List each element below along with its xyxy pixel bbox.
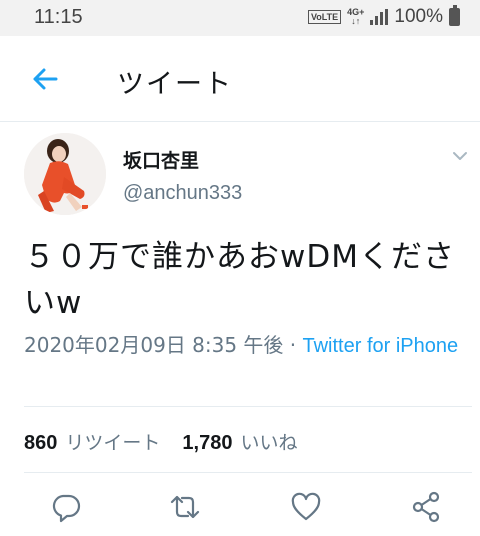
battery-icon [449,5,460,26]
heart-icon [291,492,321,521]
avatar[interactable] [24,133,106,215]
arrow-left-icon [33,68,58,90]
retweet-icon [170,495,200,519]
share-icon [412,491,440,523]
like-label[interactable]: いいね [240,428,297,455]
share-button[interactable] [409,490,443,524]
status-indicators: VoLTE 4G+ ↓↑ 100% [307,5,460,28]
battery-percent: 100% [394,6,443,27]
retweet-count[interactable]: 860 [24,432,57,455]
status-time: 11:15 [34,6,83,28]
signal-icon [370,9,389,25]
reply-icon [52,494,81,523]
header-divider [0,121,480,122]
back-button[interactable] [30,64,60,94]
tweet-text: ５０万で誰かあおwDMくださいw [24,239,455,321]
status-bar: 11:15 VoLTE 4G+ ↓↑ 100% [0,0,480,36]
like-count[interactable]: 1,780 [182,432,232,455]
divider [24,472,472,473]
retweet-label[interactable]: リツイート [65,428,160,455]
reply-button[interactable] [49,490,83,524]
divider [24,406,472,407]
like-button[interactable] [289,490,323,524]
network-type: 4G+ ↓↑ [347,7,365,26]
retweet-button[interactable] [168,490,202,524]
display-name[interactable]: 坂口杏里 [123,146,199,173]
tweet-meta: 2020年02月09日 8:35 午後 · Twitter for iPhone [24,330,464,361]
volte-badge: VoLTE [307,10,342,24]
tweet-source-link[interactable]: Twitter for iPhone [303,335,459,357]
network-label: 4G+ [347,7,365,17]
page-title: ツイート [117,69,233,100]
tweet-timestamp: 2020年02月09日 8:35 午後 · [24,333,303,357]
tweet-stats: 860 リツイート 1,780 いいね [24,428,319,455]
top-app-bar: ツイート [0,36,480,122]
user-handle[interactable]: @anchun333 [123,182,242,205]
profile-photo [24,133,106,215]
tweet-actions [0,490,480,530]
tweet-menu-button[interactable] [450,148,470,164]
chevron-down-icon [453,152,467,160]
